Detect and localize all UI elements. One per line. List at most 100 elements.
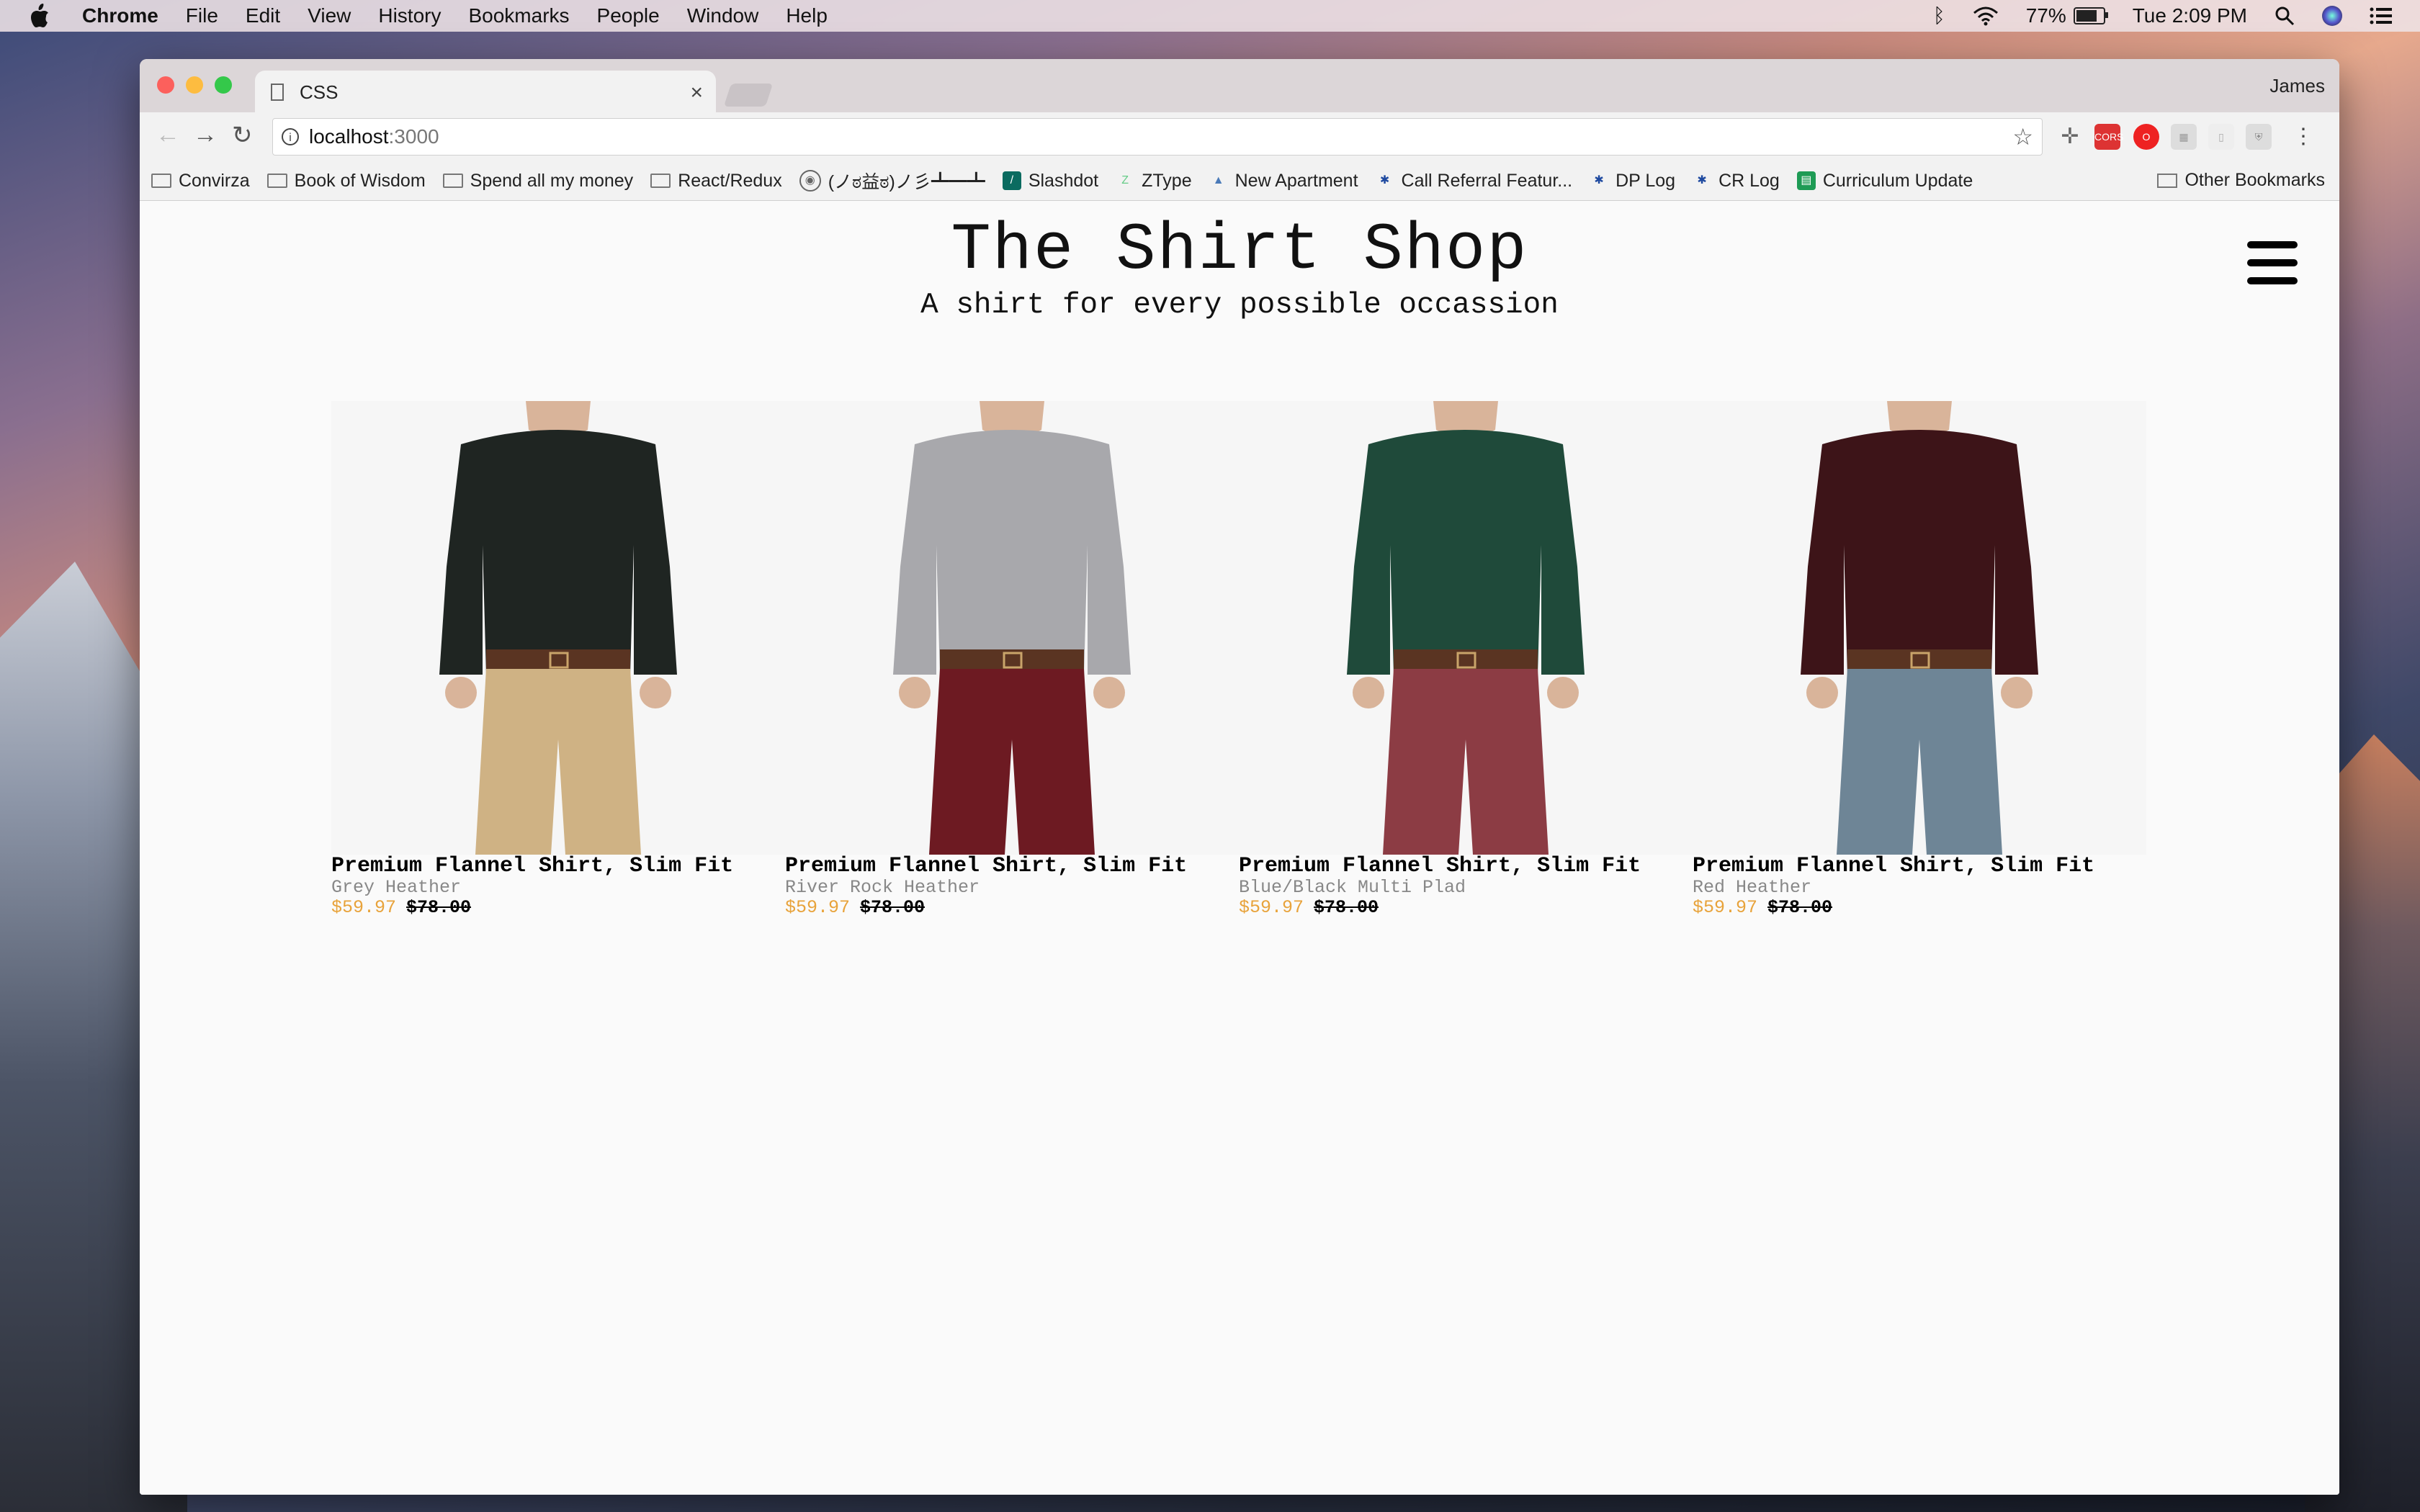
profile-name[interactable]: James bbox=[2269, 75, 2325, 97]
right-hand-shape bbox=[1547, 677, 1579, 708]
bookmark-new-apartment[interactable]: ▲ New Apartment bbox=[1209, 171, 1358, 192]
bookmark-label: Slashdot bbox=[1028, 170, 1099, 191]
right-hand-shape bbox=[640, 677, 671, 708]
jira-icon: ✱ bbox=[1594, 174, 1604, 186]
minimize-window-button[interactable] bbox=[186, 76, 203, 94]
apple-icon[interactable] bbox=[29, 4, 50, 28]
pants-shape bbox=[929, 669, 1095, 855]
left-hand-shape bbox=[445, 677, 477, 708]
bookmark-ztype[interactable]: Z ZType bbox=[1116, 171, 1191, 192]
pants-shape bbox=[1837, 669, 2002, 855]
menu-history[interactable]: History bbox=[378, 4, 441, 27]
model-illustration bbox=[1801, 401, 2038, 855]
url-host: localhost bbox=[309, 125, 389, 148]
bookmark-label: ZType bbox=[1142, 170, 1192, 191]
hamburger-menu-icon[interactable] bbox=[2247, 241, 2298, 284]
battery-icon[interactable] bbox=[2073, 7, 2108, 24]
menu-bookmarks[interactable]: Bookmarks bbox=[468, 4, 569, 27]
product-name[interactable]: Premium Flannel Shirt, Slim Fit bbox=[785, 855, 1239, 878]
right-hand-shape bbox=[2001, 677, 2033, 708]
address-bar[interactable]: i localhost :3000 ☆ bbox=[272, 118, 2043, 156]
tab-title: CSS bbox=[300, 81, 339, 103]
original-price: $78.00 bbox=[406, 897, 472, 918]
new-tab-button[interactable] bbox=[723, 84, 774, 107]
bookmark-slashdot[interactable]: / Slashdot bbox=[1002, 170, 1099, 192]
product-image[interactable] bbox=[1239, 401, 1693, 855]
menu-view[interactable]: View bbox=[308, 4, 351, 27]
bookmark-react-redux[interactable]: React/Redux bbox=[650, 171, 782, 192]
chrome-menu-icon[interactable]: ⋮ bbox=[2290, 124, 2316, 150]
menu-people[interactable]: People bbox=[597, 4, 660, 27]
bluetooth-icon[interactable]: ᛒ bbox=[1933, 4, 1945, 27]
shield-extension-icon[interactable]: ⛨ bbox=[2246, 124, 2272, 150]
menu-edit[interactable]: Edit bbox=[246, 4, 280, 27]
forward-arrow-icon[interactable]: → bbox=[193, 121, 218, 149]
folder-icon bbox=[266, 174, 287, 188]
model-illustration bbox=[439, 401, 677, 855]
product-card[interactable]: Premium Flannel Shirt, Slim Fit Blue/Bla… bbox=[1239, 401, 1693, 918]
bookmark-cr-log[interactable]: ✱ CR Log bbox=[1693, 170, 1780, 192]
product-name[interactable]: Premium Flannel Shirt, Slim Fit bbox=[1239, 855, 1693, 878]
product-image[interactable] bbox=[785, 401, 1239, 855]
close-tab-icon[interactable]: × bbox=[690, 81, 703, 105]
bookmark-spend-all-my-money[interactable]: Spend all my money bbox=[442, 170, 634, 192]
battery-percent: 77% bbox=[2025, 4, 2066, 27]
bookmark-label: Spend all my money bbox=[470, 170, 634, 191]
reload-icon[interactable]: ↻ bbox=[232, 121, 253, 150]
product-card[interactable]: Premium Flannel Shirt, Slim Fit Grey Hea… bbox=[331, 401, 785, 918]
bookmark-star-icon[interactable]: ☆ bbox=[2012, 123, 2033, 150]
sale-price: $59.97 bbox=[785, 897, 851, 918]
menu-app-name[interactable]: Chrome bbox=[82, 4, 158, 27]
close-window-button[interactable] bbox=[157, 76, 174, 94]
spotlight-search-icon[interactable] bbox=[2275, 6, 2295, 26]
tab-css[interactable]: CSS × bbox=[255, 71, 716, 114]
bookmark-curriculum-update[interactable]: ▤ Curriculum Update bbox=[1796, 171, 1973, 192]
product-image[interactable] bbox=[1693, 401, 2146, 855]
menu-file[interactable]: File bbox=[186, 4, 218, 27]
page-content: The Shirt Shop A shirt for every possibl… bbox=[140, 201, 2339, 1495]
original-price: $78.00 bbox=[1314, 897, 1379, 918]
product-image[interactable] bbox=[331, 401, 785, 855]
menu-help[interactable]: Help bbox=[786, 4, 828, 27]
left-hand-shape bbox=[1353, 677, 1384, 708]
bookmark-table-flip[interactable]: ◉ (ノಠ益ಠ)ノ彡┻━┻ bbox=[799, 168, 985, 194]
other-bookmarks-label: Other Bookmarks bbox=[2184, 170, 2325, 190]
siri-icon[interactable] bbox=[2322, 6, 2342, 26]
folder-icon bbox=[650, 174, 671, 188]
product-card[interactable]: Premium Flannel Shirt, Slim Fit River Ro… bbox=[785, 401, 1239, 918]
bookmark-call-referral[interactable]: ✱ Call Referral Featur... bbox=[1376, 170, 1573, 192]
bookmark-label: New Apartment bbox=[1234, 170, 1358, 191]
bookmark-convirza[interactable]: Convirza bbox=[151, 171, 250, 192]
bookmark-label: Convirza bbox=[179, 170, 250, 191]
cors-extension-icon[interactable]: CORS bbox=[2094, 124, 2123, 150]
bookmark-dp-log[interactable]: ✱ DP Log bbox=[1590, 171, 1675, 192]
left-hand-shape bbox=[899, 677, 931, 708]
model-illustration bbox=[893, 401, 1131, 855]
product-price: $59.97 $78.00 bbox=[1693, 898, 2146, 918]
product-name[interactable]: Premium Flannel Shirt, Slim Fit bbox=[1693, 855, 2146, 878]
bookmark-label: CR Log bbox=[1718, 170, 1780, 191]
product-price: $59.97 $78.00 bbox=[331, 898, 785, 918]
move-extension-icon[interactable]: ✛ bbox=[2057, 124, 2083, 150]
clock[interactable]: Tue 2:09 PM bbox=[2133, 4, 2247, 27]
notification-center-icon[interactable] bbox=[2370, 6, 2393, 25]
product-name[interactable]: Premium Flannel Shirt, Slim Fit bbox=[331, 855, 785, 878]
wifi-icon[interactable] bbox=[1973, 6, 1999, 26]
product-card[interactable]: Premium Flannel Shirt, Slim Fit Red Heat… bbox=[1693, 401, 2146, 918]
sheets-icon: ▤ bbox=[1796, 171, 1816, 190]
bookmark-book-of-wisdom[interactable]: Book of Wisdom bbox=[266, 170, 426, 192]
zoom-window-button[interactable] bbox=[215, 76, 232, 94]
grid-extension-icon[interactable]: ▦ bbox=[2171, 124, 2197, 150]
other-bookmarks[interactable]: Other Bookmarks bbox=[2157, 170, 2325, 191]
bookmark-label: React/Redux bbox=[678, 170, 782, 191]
info-icon[interactable]: i bbox=[282, 128, 299, 145]
pants-shape bbox=[1383, 669, 1549, 855]
back-arrow-icon[interactable]: ← bbox=[156, 121, 180, 149]
page-extension-icon[interactable]: ▯ bbox=[2208, 124, 2234, 150]
menu-window[interactable]: Window bbox=[687, 4, 759, 27]
browser-window: CSS × James ← → ↻ i localhost :3000 ☆ ✛ … bbox=[140, 59, 2339, 1495]
opera-extension-icon[interactable]: O bbox=[2133, 124, 2159, 150]
bookmark-label: Call Referral Featur... bbox=[1401, 170, 1573, 191]
url-port: :3000 bbox=[388, 125, 439, 148]
bookmark-label: Book of Wisdom bbox=[294, 170, 426, 191]
